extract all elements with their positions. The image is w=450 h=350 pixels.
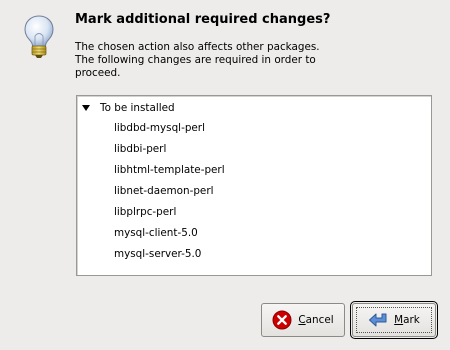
mark-label: Mark [394,314,420,326]
package-item[interactable]: libnet-daemon-perl [114,185,225,206]
cancel-button[interactable]: Cancel [261,303,345,337]
mark-arrow-icon [369,313,387,327]
cancel-label: Cancel [298,314,334,326]
package-item[interactable]: libdbd-mysql-perl [114,122,225,143]
triangle-down-icon[interactable] [82,105,90,111]
package-item[interactable]: libhtml-template-perl [114,164,225,185]
package-item[interactable]: mysql-client-5.0 [114,227,225,248]
package-item[interactable]: libplrpc-perl [114,206,225,227]
package-item[interactable]: libdbi-perl [114,143,225,164]
dialog-message: The chosen action also affects other pac… [75,41,320,79]
cancel-icon [272,310,292,330]
group-label: To be installed [100,102,175,114]
mark-changes-dialog: Mark additional required changes? The ch… [0,0,450,350]
lightbulb-icon [24,15,54,58]
package-list: libdbd-mysql-perl libdbi-perl libhtml-te… [114,122,225,269]
mark-button[interactable]: Mark [350,301,438,339]
changes-tree-view[interactable]: To be installed libdbd-mysql-perl libdbi… [76,95,432,276]
dialog-title: Mark additional required changes? [75,12,331,27]
package-item[interactable]: mysql-server-5.0 [114,248,225,269]
group-row-to-be-installed[interactable]: To be installed [81,101,175,115]
